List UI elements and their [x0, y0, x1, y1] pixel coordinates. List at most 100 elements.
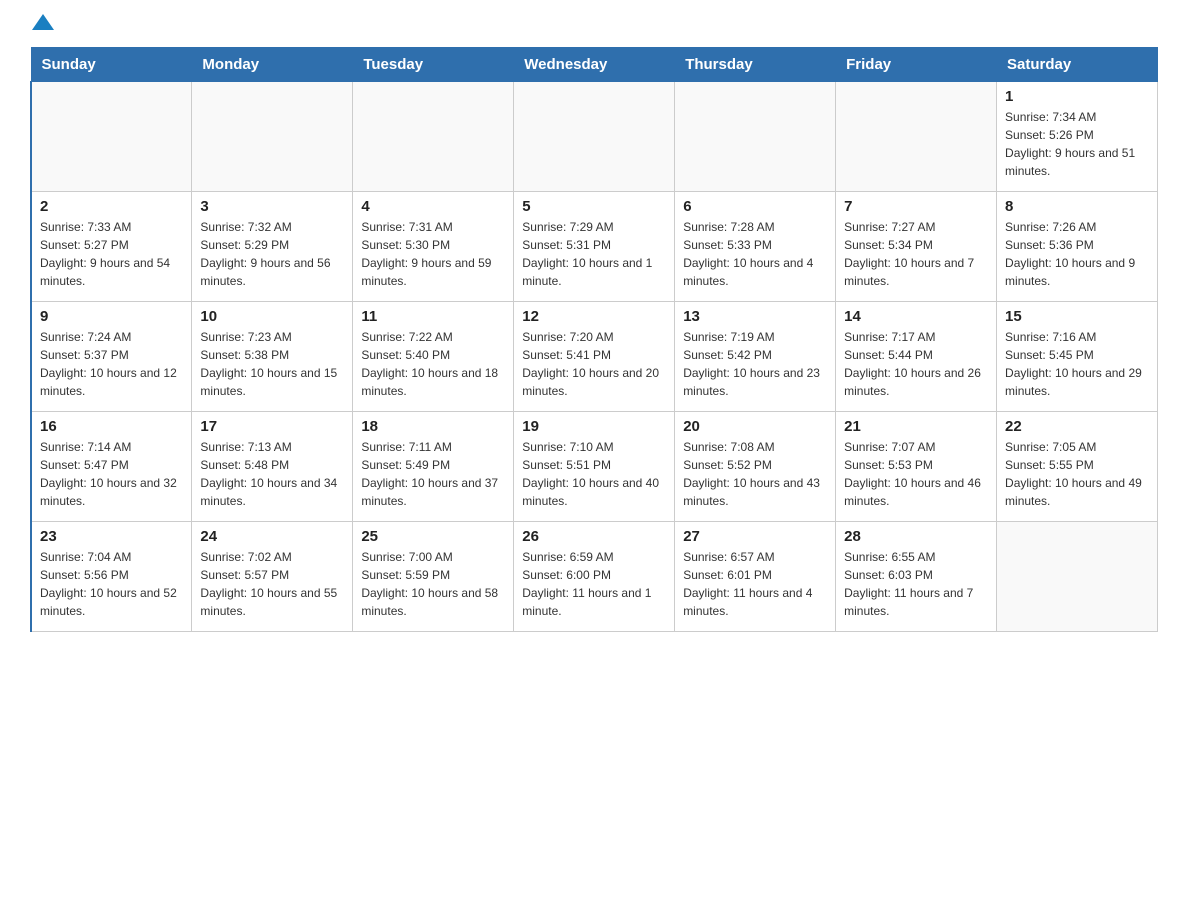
calendar-cell: 12 Sunrise: 7:20 AMSunset: 5:41 PMDayligh…	[514, 302, 675, 412]
day-number: 7	[844, 198, 988, 215]
day-number: 11	[361, 308, 505, 325]
day-number: 19	[522, 418, 666, 435]
day-number: 16	[40, 418, 183, 435]
weekday-header-saturday: Saturday	[997, 48, 1158, 82]
calendar-cell: 3 Sunrise: 7:32 AMSunset: 5:29 PMDaylight…	[192, 192, 353, 302]
weekday-header-monday: Monday	[192, 48, 353, 82]
calendar-cell: 10 Sunrise: 7:23 AMSunset: 5:38 PMDayligh…	[192, 302, 353, 412]
day-number: 10	[200, 308, 344, 325]
day-info: Sunrise: 6:57 AMSunset: 6:01 PMDaylight:…	[683, 548, 827, 620]
calendar-cell: 26 Sunrise: 6:59 AMSunset: 6:00 PMDayligh…	[514, 522, 675, 632]
day-info: Sunrise: 7:17 AMSunset: 5:44 PMDaylight:…	[844, 328, 988, 400]
day-info: Sunrise: 7:11 AMSunset: 5:49 PMDaylight:…	[361, 438, 505, 510]
day-number: 27	[683, 528, 827, 545]
day-number: 20	[683, 418, 827, 435]
calendar-week-4: 16 Sunrise: 7:14 AMSunset: 5:47 PMDayligh…	[31, 412, 1158, 522]
day-number: 6	[683, 198, 827, 215]
logo-triangle-icon	[32, 12, 54, 37]
day-number: 4	[361, 198, 505, 215]
calendar-cell: 13 Sunrise: 7:19 AMSunset: 5:42 PMDayligh…	[675, 302, 836, 412]
day-info: Sunrise: 7:13 AMSunset: 5:48 PMDaylight:…	[200, 438, 344, 510]
day-info: Sunrise: 7:26 AMSunset: 5:36 PMDaylight:…	[1005, 218, 1149, 290]
calendar-cell: 17 Sunrise: 7:13 AMSunset: 5:48 PMDayligh…	[192, 412, 353, 522]
day-number: 1	[1005, 88, 1149, 105]
calendar-week-3: 9 Sunrise: 7:24 AMSunset: 5:37 PMDaylight…	[31, 302, 1158, 412]
calendar-cell: 23 Sunrise: 7:04 AMSunset: 5:56 PMDayligh…	[31, 522, 192, 632]
day-info: Sunrise: 7:10 AMSunset: 5:51 PMDaylight:…	[522, 438, 666, 510]
calendar-cell: 7 Sunrise: 7:27 AMSunset: 5:34 PMDaylight…	[836, 192, 997, 302]
day-number: 18	[361, 418, 505, 435]
day-info: Sunrise: 7:22 AMSunset: 5:40 PMDaylight:…	[361, 328, 505, 400]
day-info: Sunrise: 7:24 AMSunset: 5:37 PMDaylight:…	[40, 328, 183, 400]
day-number: 26	[522, 528, 666, 545]
calendar-cell: 4 Sunrise: 7:31 AMSunset: 5:30 PMDaylight…	[353, 192, 514, 302]
calendar-table: SundayMondayTuesdayWednesdayThursdayFrid…	[30, 47, 1158, 632]
day-info: Sunrise: 7:28 AMSunset: 5:33 PMDaylight:…	[683, 218, 827, 290]
day-info: Sunrise: 7:29 AMSunset: 5:31 PMDaylight:…	[522, 218, 666, 290]
day-number: 15	[1005, 308, 1149, 325]
calendar-cell	[31, 82, 192, 192]
day-info: Sunrise: 7:19 AMSunset: 5:42 PMDaylight:…	[683, 328, 827, 400]
calendar-cell	[353, 82, 514, 192]
day-info: Sunrise: 7:27 AMSunset: 5:34 PMDaylight:…	[844, 218, 988, 290]
calendar-cell	[514, 82, 675, 192]
calendar-cell: 27 Sunrise: 6:57 AMSunset: 6:01 PMDayligh…	[675, 522, 836, 632]
day-info: Sunrise: 7:14 AMSunset: 5:47 PMDaylight:…	[40, 438, 183, 510]
calendar-cell: 21 Sunrise: 7:07 AMSunset: 5:53 PMDayligh…	[836, 412, 997, 522]
page-header	[30, 20, 1158, 37]
calendar-cell: 19 Sunrise: 7:10 AMSunset: 5:51 PMDayligh…	[514, 412, 675, 522]
day-number: 28	[844, 528, 988, 545]
day-info: Sunrise: 6:55 AMSunset: 6:03 PMDaylight:…	[844, 548, 988, 620]
day-info: Sunrise: 7:04 AMSunset: 5:56 PMDaylight:…	[40, 548, 183, 620]
day-info: Sunrise: 7:02 AMSunset: 5:57 PMDaylight:…	[200, 548, 344, 620]
calendar-cell	[836, 82, 997, 192]
logo	[30, 20, 54, 37]
weekday-header-tuesday: Tuesday	[353, 48, 514, 82]
calendar-cell: 22Sunrise: 7:05 AMSunset: 5:55 PMDayligh…	[997, 412, 1158, 522]
day-number: 2	[40, 198, 183, 215]
weekday-header-wednesday: Wednesday	[514, 48, 675, 82]
calendar-cell: 15 Sunrise: 7:16 AMSunset: 5:45 PMDayligh…	[997, 302, 1158, 412]
calendar-cell: 9 Sunrise: 7:24 AMSunset: 5:37 PMDaylight…	[31, 302, 192, 412]
day-number: 22	[1005, 418, 1149, 435]
calendar-cell: 1 Sunrise: 7:34 AMSunset: 5:26 PMDaylight…	[997, 82, 1158, 192]
day-info: Sunrise: 7:33 AMSunset: 5:27 PMDaylight:…	[40, 218, 183, 290]
day-info: Sunrise: 7:16 AMSunset: 5:45 PMDaylight:…	[1005, 328, 1149, 400]
calendar-cell: 2 Sunrise: 7:33 AMSunset: 5:27 PMDaylight…	[31, 192, 192, 302]
calendar-week-5: 23 Sunrise: 7:04 AMSunset: 5:56 PMDayligh…	[31, 522, 1158, 632]
day-info: Sunrise: 7:34 AMSunset: 5:26 PMDaylight:…	[1005, 108, 1149, 180]
calendar-cell	[675, 82, 836, 192]
day-info: Sunrise: 7:31 AMSunset: 5:30 PMDaylight:…	[361, 218, 505, 290]
calendar-cell: 6 Sunrise: 7:28 AMSunset: 5:33 PMDaylight…	[675, 192, 836, 302]
calendar-cell: 24Sunrise: 7:02 AMSunset: 5:57 PMDayligh…	[192, 522, 353, 632]
day-number: 9	[40, 308, 183, 325]
day-number: 25	[361, 528, 505, 545]
day-info: Sunrise: 7:07 AMSunset: 5:53 PMDaylight:…	[844, 438, 988, 510]
calendar-week-1: 1 Sunrise: 7:34 AMSunset: 5:26 PMDaylight…	[31, 82, 1158, 192]
day-number: 21	[844, 418, 988, 435]
day-info: Sunrise: 7:00 AMSunset: 5:59 PMDaylight:…	[361, 548, 505, 620]
day-number: 17	[200, 418, 344, 435]
calendar-cell: 20 Sunrise: 7:08 AMSunset: 5:52 PMDayligh…	[675, 412, 836, 522]
day-info: Sunrise: 7:32 AMSunset: 5:29 PMDaylight:…	[200, 218, 344, 290]
day-info: Sunrise: 6:59 AMSunset: 6:00 PMDaylight:…	[522, 548, 666, 620]
day-number: 8	[1005, 198, 1149, 215]
calendar-cell: 8 Sunrise: 7:26 AMSunset: 5:36 PMDaylight…	[997, 192, 1158, 302]
calendar-cell: 25 Sunrise: 7:00 AMSunset: 5:59 PMDayligh…	[353, 522, 514, 632]
day-number: 13	[683, 308, 827, 325]
calendar-cell: 28 Sunrise: 6:55 AMSunset: 6:03 PMDayligh…	[836, 522, 997, 632]
calendar-header: SundayMondayTuesdayWednesdayThursdayFrid…	[31, 48, 1158, 82]
day-number: 14	[844, 308, 988, 325]
day-number: 12	[522, 308, 666, 325]
day-number: 23	[40, 528, 183, 545]
calendar-cell: 5 Sunrise: 7:29 AMSunset: 5:31 PMDaylight…	[514, 192, 675, 302]
calendar-cell: 11 Sunrise: 7:22 AMSunset: 5:40 PMDayligh…	[353, 302, 514, 412]
day-info: Sunrise: 7:08 AMSunset: 5:52 PMDaylight:…	[683, 438, 827, 510]
day-number: 5	[522, 198, 666, 215]
day-number: 3	[200, 198, 344, 215]
calendar-cell	[192, 82, 353, 192]
day-info: Sunrise: 7:23 AMSunset: 5:38 PMDaylight:…	[200, 328, 344, 400]
calendar-week-2: 2 Sunrise: 7:33 AMSunset: 5:27 PMDaylight…	[31, 192, 1158, 302]
day-info: Sunrise: 7:20 AMSunset: 5:41 PMDaylight:…	[522, 328, 666, 400]
weekday-header-thursday: Thursday	[675, 48, 836, 82]
